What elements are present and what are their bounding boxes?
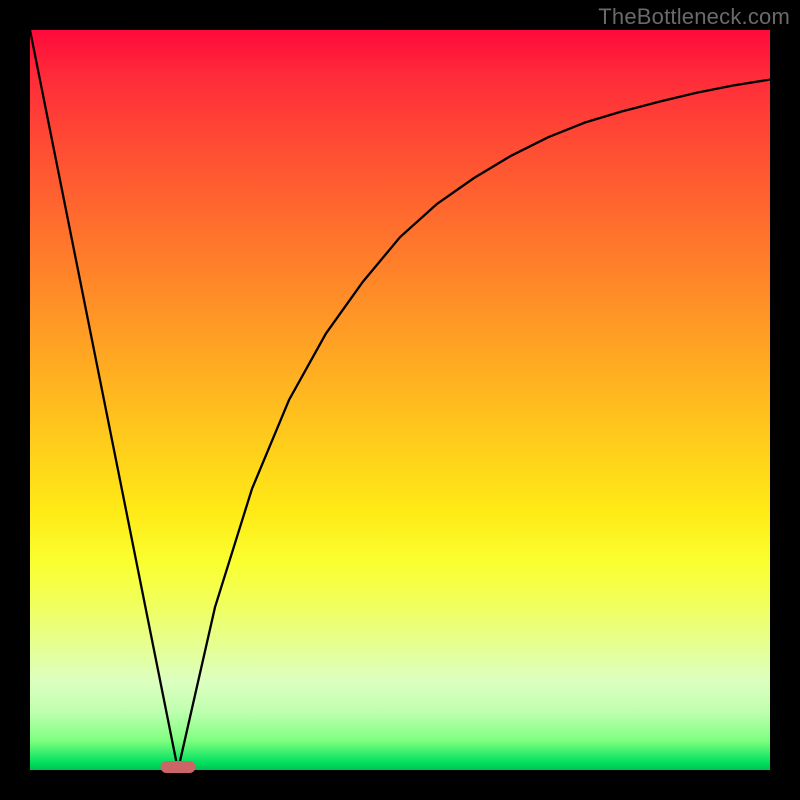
bottleneck-curve (30, 30, 770, 770)
optimal-point-marker (161, 761, 196, 773)
chart-frame: TheBottleneck.com (0, 0, 800, 800)
watermark-text: TheBottleneck.com (598, 4, 790, 30)
curve-layer (30, 30, 770, 770)
